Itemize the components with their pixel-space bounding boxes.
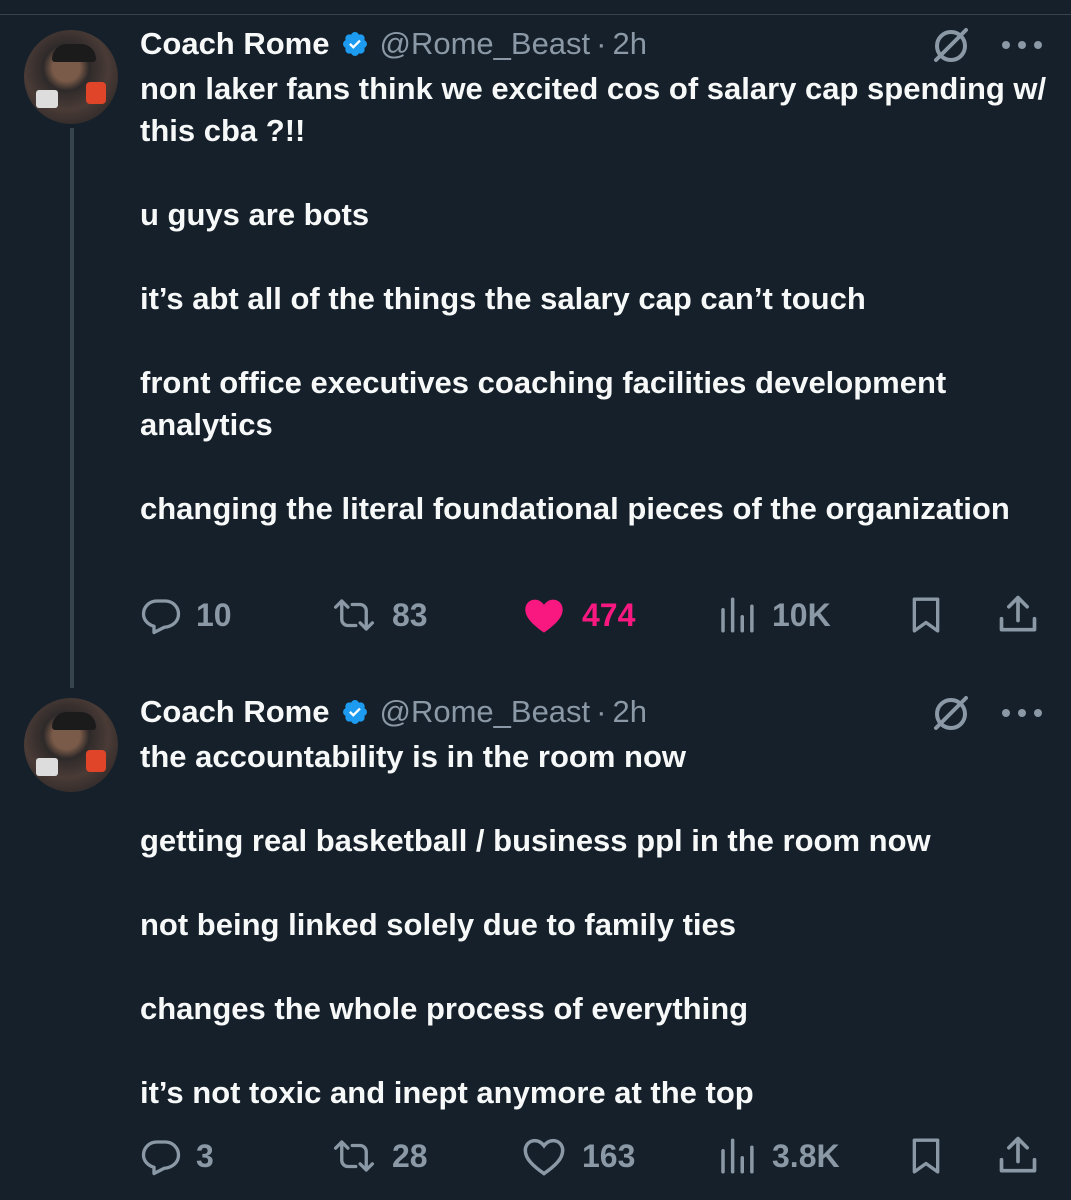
bookmark-button[interactable] (906, 590, 960, 640)
bookmark-icon (912, 597, 940, 633)
separator-dot: · (596, 26, 607, 61)
more-icon[interactable] (1000, 35, 1044, 55)
bookmark-icon (912, 1138, 940, 1174)
reply-icon (141, 599, 181, 635)
views-count: 3.8K (772, 1137, 840, 1174)
share-button[interactable] (996, 1131, 1054, 1181)
like-count: 163 (582, 1137, 636, 1174)
share-icon (999, 595, 1037, 632)
bookmark-button[interactable] (906, 1131, 960, 1181)
post-header: Coach Rome @Rome_Beast · 2h (140, 24, 647, 64)
author-name[interactable]: Coach Rome (140, 26, 329, 62)
share-icon (999, 1136, 1037, 1173)
reply-count: 3 (196, 1137, 214, 1174)
repost-button[interactable]: 83 (330, 590, 428, 640)
repost-count: 83 (392, 596, 428, 633)
heart-icon (525, 599, 563, 633)
grok-icon[interactable] (930, 24, 972, 66)
author-name[interactable]: Coach Rome (140, 694, 329, 730)
post-paragraph: non laker fans think we excited cos of s… (140, 71, 1047, 148)
reply-count: 10 (196, 596, 232, 633)
author-handle[interactable]: @Rome_Beast (379, 26, 590, 62)
post-header: Coach Rome @Rome_Beast · 2h (140, 692, 647, 732)
post-time[interactable]: 2h (613, 26, 647, 62)
post-text: non laker fans think we excited cos of s… (140, 68, 1050, 530)
share-button[interactable] (996, 590, 1054, 640)
views-icon (721, 1138, 754, 1174)
like-count: 474 (582, 596, 636, 633)
post-paragraph: the accountability is in the room now (140, 739, 686, 774)
author-handle[interactable]: @Rome_Beast (379, 694, 590, 730)
separator-dot: · (596, 694, 607, 729)
repost-count: 28 (392, 1137, 428, 1174)
avatar[interactable] (24, 30, 118, 124)
repost-button[interactable]: 28 (330, 1131, 428, 1181)
post-actions: 10 83 474 10K (140, 590, 1050, 640)
views-count: 10K (772, 596, 831, 633)
post-paragraph: it’s abt all of the things the salary ca… (140, 281, 866, 316)
avatar[interactable] (24, 698, 118, 792)
reply-icon (141, 1140, 181, 1176)
post-time[interactable]: 2h (613, 694, 647, 730)
grok-icon[interactable] (930, 692, 972, 734)
views-icon (721, 597, 754, 633)
post-text: the accountability is in the room now ge… (140, 736, 1050, 1114)
post-paragraph: not being linked solely due to family ti… (140, 907, 736, 942)
post-paragraph: changing the literal foundational pieces… (140, 491, 1010, 526)
repost-icon (333, 599, 375, 631)
previous-post-divider (0, 0, 1071, 15)
post-paragraph: front office executives coaching facilit… (140, 365, 947, 442)
like-button[interactable]: 474 (520, 590, 635, 640)
post-paragraph: changes the whole process of everything (140, 991, 749, 1026)
post-paragraph: it’s not toxic and inept anymore at the … (140, 1075, 754, 1110)
reply-button[interactable]: 3 (140, 1131, 214, 1181)
repost-icon (333, 1140, 375, 1172)
thread-connector-line (70, 128, 74, 688)
post-paragraph: u guys are bots (140, 197, 370, 232)
post-actions: 3 28 163 3.8K (140, 1131, 1050, 1181)
verified-badge-icon (341, 698, 369, 726)
verified-badge-icon (341, 30, 369, 58)
heart-icon (523, 1138, 565, 1176)
more-icon[interactable] (1000, 703, 1044, 723)
views-button[interactable]: 10K (716, 590, 831, 640)
reply-button[interactable]: 10 (140, 590, 232, 640)
views-button[interactable]: 3.8K (716, 1131, 840, 1181)
like-button[interactable]: 163 (520, 1131, 635, 1181)
post-paragraph: getting real basketball / business ppl i… (140, 823, 931, 858)
